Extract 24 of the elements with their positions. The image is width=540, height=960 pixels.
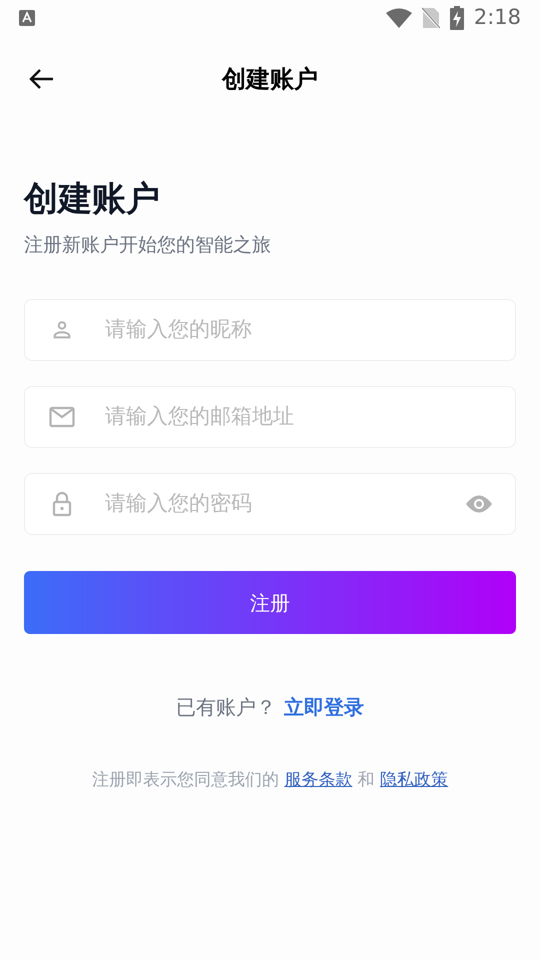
page-heading: 创建账户 (24, 178, 161, 220)
login-link[interactable]: 立即登录 (284, 692, 364, 722)
text-field[interactable]: 请输入您的昵称 (24, 299, 516, 361)
text-input[interactable]: 请输入您的邮箱地址 (105, 401, 493, 433)
privacy-policy-link[interactable]: 隐私政策 (380, 770, 448, 790)
register-button[interactable]: 注册 (24, 571, 516, 634)
no-sim-icon (422, 7, 440, 29)
page-subtitle: 注册新账户开始您的智能之旅 (24, 232, 272, 258)
clock-time: 2:18 (474, 4, 521, 32)
back-arrow-icon (28, 68, 54, 90)
keyboard-notification-icon (19, 10, 35, 26)
text-input[interactable]: 请输入您的密码 (105, 488, 465, 520)
wifi-icon (386, 8, 412, 28)
lock-icon (52, 491, 72, 517)
app-bar-title: 创建账户 (222, 64, 318, 95)
envelope-icon (49, 406, 75, 428)
terms-of-service-link[interactable]: 服务条款 (284, 770, 352, 790)
person-icon (51, 319, 73, 341)
text-field[interactable]: 请输入您的邮箱地址 (24, 386, 516, 448)
login-prompt-text: 已有账户？ (176, 694, 276, 721)
text-field[interactable]: 请输入您的密码 (24, 473, 516, 535)
terms-text: 注册即表示您同意我们的 服务条款 和 隐私政策 (90, 769, 450, 792)
text-input[interactable]: 请输入您的昵称 (105, 314, 493, 346)
battery-charging-icon (450, 6, 464, 30)
